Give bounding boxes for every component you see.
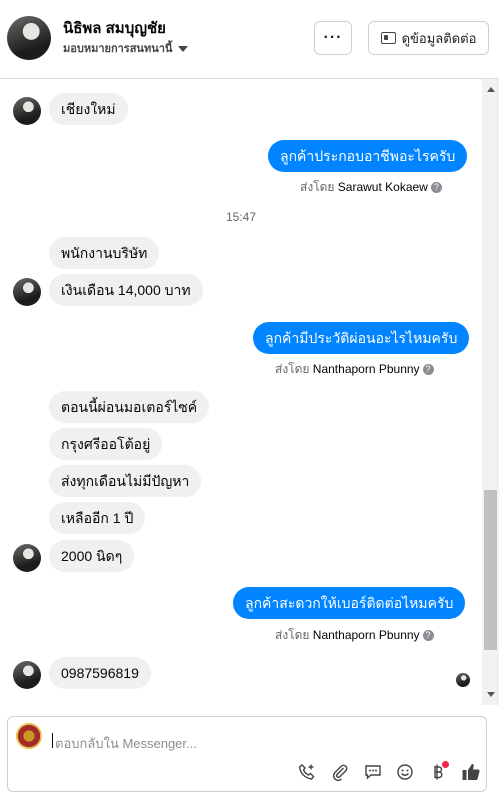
- message-outgoing[interactable]: ลูกค้าประกอบอาชีพอะไรครับ: [268, 140, 468, 172]
- message-outgoing[interactable]: ลูกค้าสะดวกให้เบอร์ติดต่อไหมครับ: [233, 587, 466, 619]
- sender-avatar: [13, 544, 41, 572]
- message-incoming[interactable]: เงินเดือน 14,000 บาท: [49, 274, 203, 306]
- sender-avatar: [13, 661, 41, 689]
- scroll-up-icon[interactable]: [487, 87, 495, 92]
- contact-name[interactable]: นิธิพล สมบุญชัย: [63, 16, 166, 40]
- message-incoming[interactable]: ส่งทุกเดือนไม่มีปัญหา: [49, 465, 202, 497]
- sender-avatar: [13, 97, 41, 125]
- conversation-header: นิธิพล สมบุญชัย มอบหมายการสนทนานี้ ··· ด…: [0, 0, 499, 79]
- attachment-icon[interactable]: [329, 761, 351, 783]
- message-incoming[interactable]: 2000 นิดๆ: [49, 540, 135, 572]
- contact-card-icon: [380, 32, 396, 44]
- sender-avatar: [13, 278, 41, 306]
- message-outgoing[interactable]: ลูกค้ามีประวัติผ่อนอะไรไหมครับ: [253, 322, 470, 354]
- notification-dot: [442, 761, 450, 768]
- scroll-down-icon[interactable]: [487, 692, 495, 697]
- caret-down-icon: [178, 46, 189, 53]
- more-options-button[interactable]: ···: [314, 21, 352, 55]
- message-incoming[interactable]: 0987596819: [49, 657, 151, 689]
- message-incoming[interactable]: ตอนนี้ผ่อนมอเตอร์ไซค์: [49, 391, 210, 423]
- sent-by-prefix: ส่งโดย: [300, 180, 335, 194]
- reply-input[interactable]: ตอบกลับใน Messenger...: [55, 733, 197, 754]
- info-icon[interactable]: ?: [422, 364, 434, 376]
- message-incoming[interactable]: กรุงศรีออโต้อยู่: [49, 428, 163, 460]
- sent-by-name: Sarawut Kokaew: [337, 180, 428, 194]
- sent-by-label: ส่งโดย Nanthaporn Pbunny?: [275, 360, 434, 379]
- thumbs-up-icon[interactable]: [460, 761, 482, 783]
- message-incoming[interactable]: เหลืออีก 1 ปี: [49, 502, 146, 534]
- sent-by-prefix: ส่งโดย: [275, 362, 310, 376]
- assign-conversation[interactable]: มอบหมายการสนทนานี้: [63, 39, 189, 57]
- message-incoming[interactable]: พนักงานบริษัท: [49, 237, 160, 269]
- message-incoming[interactable]: เชียงใหม่: [49, 93, 128, 125]
- info-icon[interactable]: ?: [422, 630, 434, 642]
- view-contact-button[interactable]: ดูข้อมูลติดต่อ: [368, 21, 489, 55]
- saved-reply-icon[interactable]: [362, 761, 384, 783]
- page-logo-icon: [16, 723, 42, 749]
- phone-add-icon[interactable]: [296, 761, 318, 783]
- sent-by-prefix: ส่งโดย: [275, 628, 310, 642]
- composer-toolbar: [296, 761, 482, 783]
- info-icon[interactable]: ?: [430, 182, 442, 194]
- sent-by-name: Nanthaporn Pbunny: [312, 628, 420, 642]
- contact-avatar[interactable]: [7, 16, 51, 60]
- baht-payment-icon[interactable]: [427, 761, 450, 783]
- reply-composer: ตอบกลับใน Messenger...: [7, 716, 487, 792]
- thread-scrollbar[interactable]: [482, 79, 499, 705]
- emoji-icon[interactable]: [394, 761, 416, 783]
- scroll-thumb[interactable]: [484, 490, 497, 650]
- timestamp: 15:47: [225, 210, 257, 224]
- seen-avatar: [456, 673, 470, 687]
- sent-by-label: ส่งโดย Sarawut Kokaew?: [300, 178, 442, 197]
- sent-by-label: ส่งโดย Nanthaporn Pbunny?: [275, 626, 434, 645]
- assign-label: มอบหมายการสนทนานี้: [63, 43, 173, 55]
- sent-by-name: Nanthaporn Pbunny: [312, 362, 420, 376]
- text-cursor: [52, 733, 53, 748]
- message-thread[interactable]: เชียงใหม่ ลูกค้าประกอบอาชีพอะไรครับ ส่งโ…: [0, 79, 482, 705]
- view-contact-label: ดูข้อมูลติดต่อ: [401, 30, 477, 46]
